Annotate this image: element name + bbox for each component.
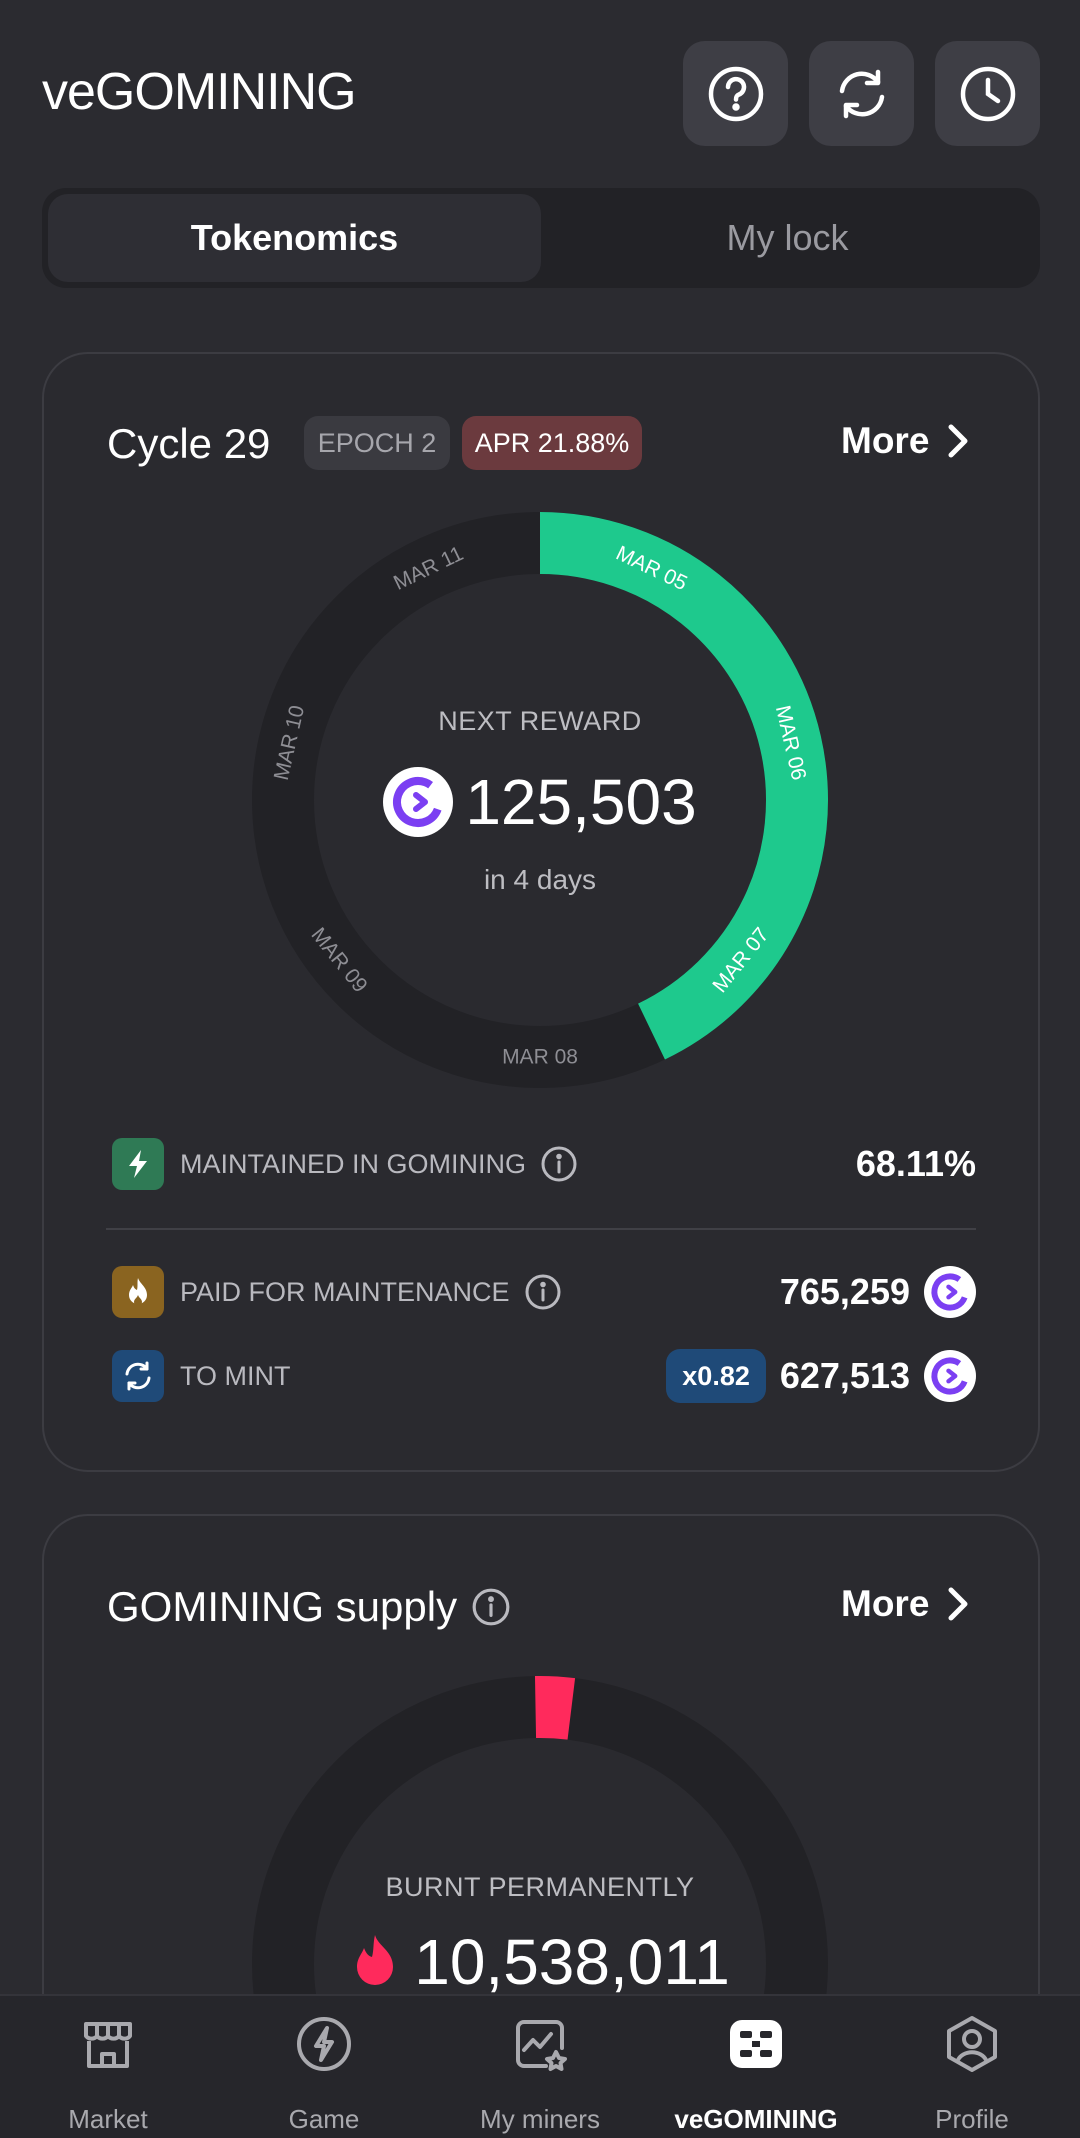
bottom-nav: Market Game My miners veGOMINING Profile bbox=[0, 1994, 1080, 2138]
nav-label: Profile bbox=[935, 2104, 1009, 2134]
nav-label: Game bbox=[288, 2104, 360, 2134]
supply-ring bbox=[252, 1676, 828, 1994]
nav-label: veGOMINING bbox=[674, 2104, 838, 2134]
nav-vegomining[interactable]: veGOMINING bbox=[648, 1996, 864, 2138]
burnt-value: 10,538,011 bbox=[414, 1926, 730, 1998]
nav-my-miners[interactable]: My miners bbox=[432, 1996, 648, 2138]
nav-label: My miners bbox=[480, 2104, 600, 2134]
nav-market[interactable]: Market bbox=[0, 1996, 216, 2138]
nav-profile[interactable]: Profile bbox=[864, 1996, 1080, 2138]
nav-label: Market bbox=[68, 2104, 148, 2134]
game-icon bbox=[297, 2017, 351, 2071]
market-icon bbox=[84, 2022, 132, 2068]
profile-icon bbox=[947, 2016, 997, 2072]
burnt-label: BURNT PERMANENTLY bbox=[385, 1872, 695, 1902]
miners-icon bbox=[516, 2020, 567, 2071]
vegomining-icon bbox=[730, 2020, 782, 2068]
flame-icon bbox=[357, 1935, 394, 1985]
nav-game[interactable]: Game bbox=[216, 1996, 432, 2138]
burnt-arc bbox=[534, 1676, 576, 1740]
burnt-value-row: 10,538,011 bbox=[0, 1925, 1080, 1999]
